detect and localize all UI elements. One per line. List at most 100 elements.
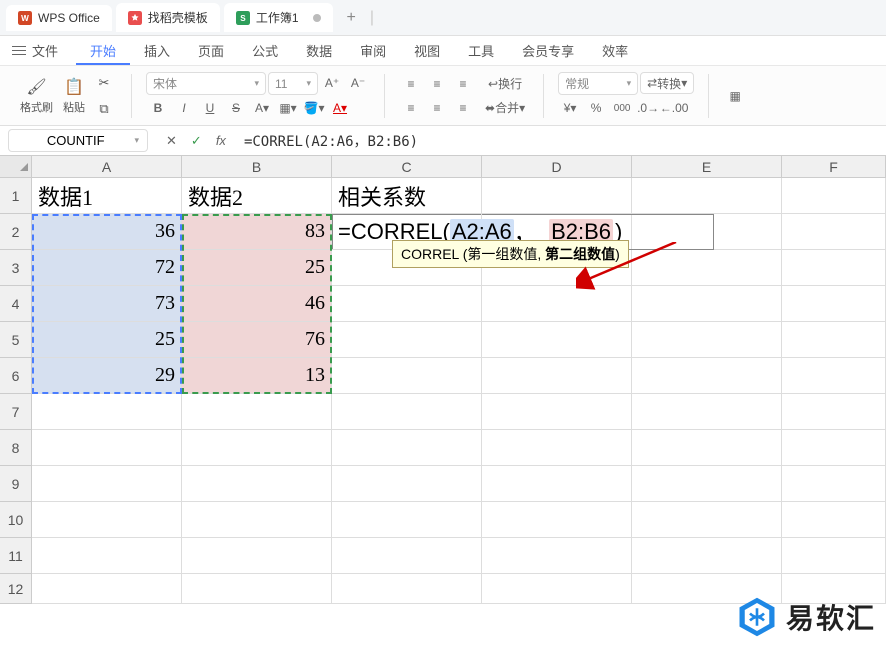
cell-A5[interactable]: 25 (32, 322, 182, 358)
new-tab-button[interactable]: + (337, 9, 366, 27)
col-header-A[interactable]: A (32, 156, 182, 178)
cell-F4[interactable] (782, 286, 886, 322)
menu-start[interactable]: 开始 (76, 37, 130, 65)
cut-button[interactable]: ✂ (91, 71, 117, 95)
chevron-down-icon[interactable]: ▾ (134, 135, 139, 146)
cell-D10[interactable] (482, 502, 632, 538)
cell-C9[interactable] (332, 466, 482, 502)
col-header-C[interactable]: C (332, 156, 482, 178)
cell-C1[interactable]: 相关系数 (332, 178, 482, 214)
file-menu[interactable]: 文件 (12, 41, 58, 60)
menu-data[interactable]: 数据 (292, 37, 346, 64)
comma-button[interactable]: 000 (610, 97, 634, 119)
border-button[interactable]: ▦▾ (276, 97, 300, 119)
cell-E7[interactable] (632, 394, 782, 430)
app-tab-workbook[interactable]: S 工作簿1 (224, 3, 333, 32)
menu-formula[interactable]: 公式 (238, 37, 292, 64)
cell-styles-button[interactable]: ▦ (723, 85, 747, 107)
row-header-7[interactable]: 7 (0, 394, 32, 430)
fill-color-button[interactable]: 🪣▾ (302, 97, 326, 119)
cell-D5[interactable] (482, 322, 632, 358)
cell-B9[interactable] (182, 466, 332, 502)
col-header-F[interactable]: F (782, 156, 886, 178)
col-header-E[interactable]: E (632, 156, 782, 178)
currency-button[interactable]: ¥▾ (558, 97, 582, 119)
app-tab-template[interactable]: 找稻壳模板 (116, 3, 220, 32)
menu-page[interactable]: 页面 (184, 37, 238, 64)
font-more-button[interactable]: A▾ (250, 97, 274, 119)
cell-A8[interactable] (32, 430, 182, 466)
row-header-8[interactable]: 8 (0, 430, 32, 466)
row-header-1[interactable]: 1 (0, 178, 32, 214)
row-header-12[interactable]: 12 (0, 574, 32, 604)
row-header-5[interactable]: 5 (0, 322, 32, 358)
cell-C10[interactable] (332, 502, 482, 538)
decrease-font-button[interactable]: A⁻ (346, 72, 370, 94)
merge-button[interactable]: ⬌ 合并▾ (481, 97, 529, 119)
increase-decimal-button[interactable]: ←.00 (662, 97, 686, 119)
cell-E3[interactable] (632, 250, 782, 286)
cell-F9[interactable] (782, 466, 886, 502)
font-name-select[interactable]: 宋体 ▾ (146, 72, 266, 95)
menu-view[interactable]: 视图 (400, 37, 454, 64)
cell-E6[interactable] (632, 358, 782, 394)
name-box-input[interactable] (17, 133, 134, 148)
format-brush-button[interactable]: 🖌 格式刷 (16, 77, 57, 115)
cell-F8[interactable] (782, 430, 886, 466)
cell-B11[interactable] (182, 538, 332, 574)
cell-F1[interactable] (782, 178, 886, 214)
cell-B10[interactable] (182, 502, 332, 538)
cell-A3[interactable]: 72 (32, 250, 182, 286)
cell-B4[interactable]: 46 (182, 286, 332, 322)
bold-button[interactable]: B (146, 97, 170, 119)
cell-F10[interactable] (782, 502, 886, 538)
cancel-formula-button[interactable]: ✕ (162, 131, 181, 151)
confirm-formula-button[interactable]: ✓ (187, 131, 206, 151)
convert-button[interactable]: ⇄ 转换▾ (640, 72, 694, 94)
row-header-11[interactable]: 11 (0, 538, 32, 574)
cell-E5[interactable] (632, 322, 782, 358)
col-header-D[interactable]: D (482, 156, 632, 178)
cell-E8[interactable] (632, 430, 782, 466)
percent-button[interactable]: % (584, 97, 608, 119)
app-tab-wps[interactable]: W WPS Office (6, 5, 112, 31)
cell-A6[interactable]: 29 (32, 358, 182, 394)
cell-E1[interactable] (632, 178, 782, 214)
cell-F11[interactable] (782, 538, 886, 574)
cell-E10[interactable] (632, 502, 782, 538)
cell-B6[interactable]: 13 (182, 358, 332, 394)
paste-button[interactable]: 📋 粘贴 (59, 77, 89, 115)
cell-B3[interactable]: 25 (182, 250, 332, 286)
row-header-3[interactable]: 3 (0, 250, 32, 286)
underline-button[interactable]: U (198, 97, 222, 119)
row-header-6[interactable]: 6 (0, 358, 32, 394)
cell-F5[interactable] (782, 322, 886, 358)
cell-C11[interactable] (332, 538, 482, 574)
cell-C5[interactable] (332, 322, 482, 358)
cell-D1[interactable] (482, 178, 632, 214)
cell-D7[interactable] (482, 394, 632, 430)
menu-tools[interactable]: 工具 (454, 37, 508, 64)
cell-B7[interactable] (182, 394, 332, 430)
cell-B8[interactable] (182, 430, 332, 466)
cell-D11[interactable] (482, 538, 632, 574)
cell-F7[interactable] (782, 394, 886, 430)
menu-efficiency[interactable]: 效率 (588, 37, 642, 64)
copy-button[interactable]: ⧉ (91, 97, 117, 121)
cell-F3[interactable] (782, 250, 886, 286)
wrap-button[interactable]: ↩ 换行 (481, 73, 529, 95)
cell-D8[interactable] (482, 430, 632, 466)
align-left-button[interactable]: ≡ (399, 97, 423, 119)
cell-F6[interactable] (782, 358, 886, 394)
cell-D4[interactable] (482, 286, 632, 322)
cell-D9[interactable] (482, 466, 632, 502)
tab-close-dot-icon[interactable] (313, 14, 321, 22)
align-bottom-button[interactable]: ≡ (451, 73, 475, 95)
cell-C6[interactable] (332, 358, 482, 394)
cell-A7[interactable] (32, 394, 182, 430)
menu-review[interactable]: 审阅 (346, 37, 400, 64)
col-header-B[interactable]: B (182, 156, 332, 178)
italic-button[interactable]: I (172, 97, 196, 119)
row-header-2[interactable]: 2 (0, 214, 32, 250)
cell-F2[interactable] (782, 214, 886, 250)
